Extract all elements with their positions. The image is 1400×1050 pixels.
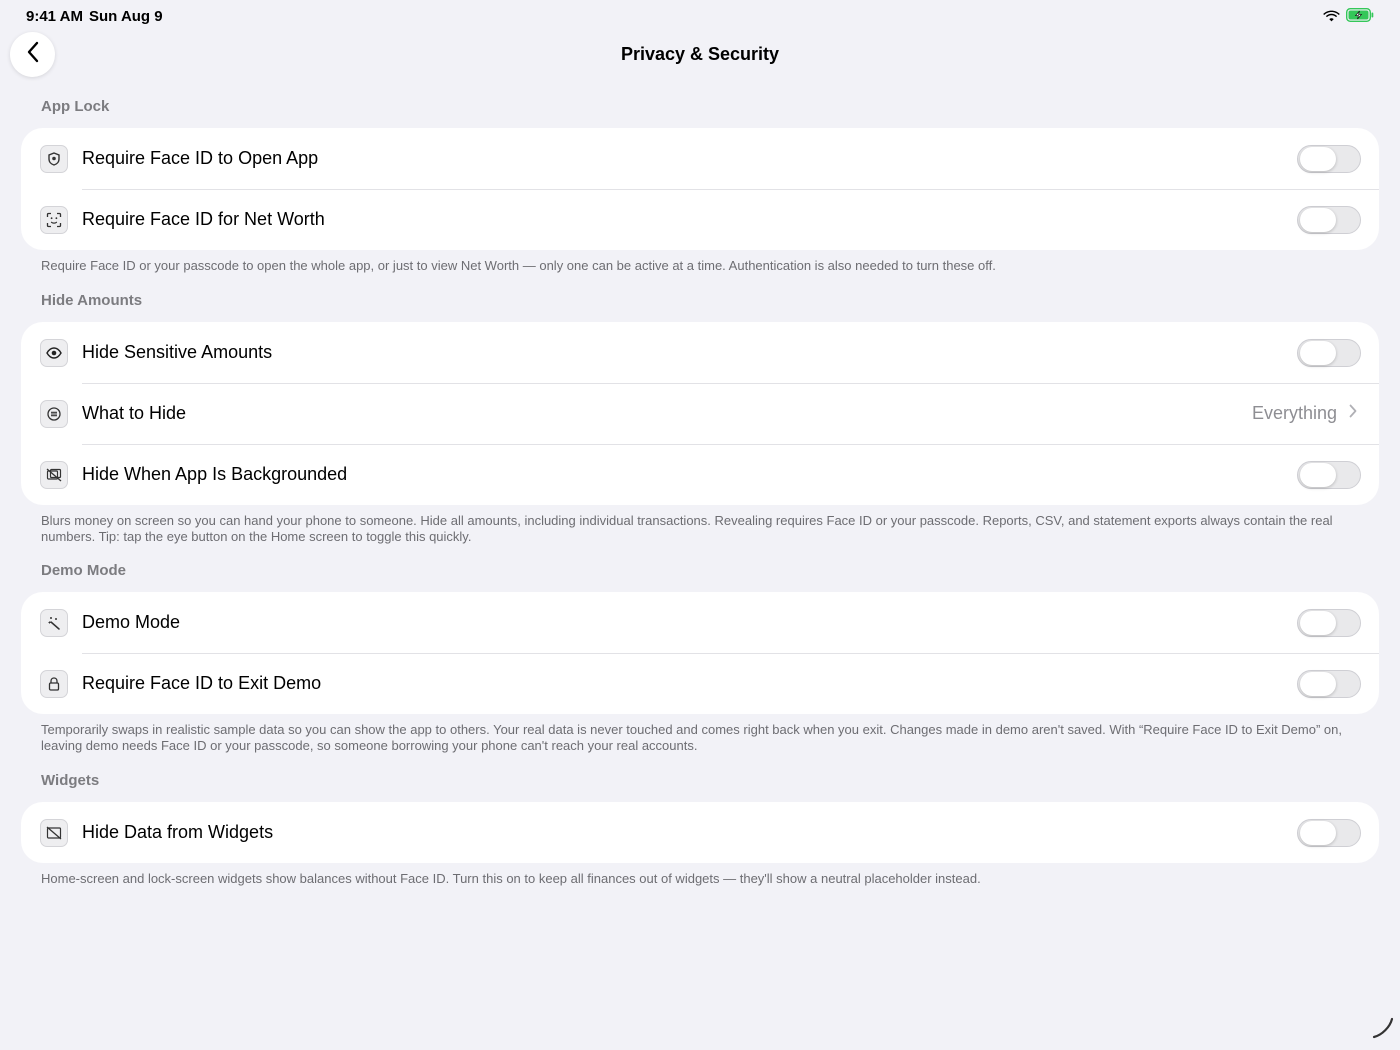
list-icon xyxy=(40,399,68,428)
toggle-knob xyxy=(1300,610,1336,635)
footer-demo-mode: Temporarily swaps in realistic sample da… xyxy=(41,722,1342,753)
toggle-knob xyxy=(1300,340,1336,365)
row-label: Hide When App Is Backgrounded xyxy=(82,464,348,484)
chevron-right-icon xyxy=(1349,404,1357,423)
row-label: Hide Data from Widgets xyxy=(82,822,274,842)
status-icons xyxy=(1323,7,1374,27)
row-require-face-id-net-worth[interactable]: Require Face ID for Net Worth xyxy=(21,189,1379,250)
footer-app-lock: Require Face ID or your passcode to open… xyxy=(41,258,996,273)
section-header-hide-amounts: Hide Amounts xyxy=(41,292,143,309)
toggle-knob xyxy=(1300,207,1336,232)
row-label: Require Face ID to Open App xyxy=(82,148,319,168)
footer-hide-amounts: Blurs money on screen so you can hand yo… xyxy=(41,513,1333,544)
toggle-hide-data-from-widgets[interactable] xyxy=(1297,818,1361,847)
section-header-demo-mode: Demo Mode xyxy=(41,562,127,579)
toggle-require-face-id-open-app[interactable] xyxy=(1297,144,1361,173)
hidden-screen-icon xyxy=(40,460,68,489)
wifi-icon xyxy=(1323,9,1340,27)
footer-widgets: Home-screen and lock-screen widgets show… xyxy=(41,871,981,886)
widget-off-icon xyxy=(40,818,68,847)
shield-icon xyxy=(40,144,68,173)
card-hide-amounts: Hide Sensitive Amounts What to Hide Ever… xyxy=(21,322,1379,505)
lock-icon xyxy=(40,669,68,698)
row-require-face-id-open-app[interactable]: Require Face ID to Open App xyxy=(21,128,1379,189)
card-demo-mode: Demo Mode Require Face ID to Exit Demo xyxy=(21,592,1379,714)
row-require-face-id-exit-demo[interactable]: Require Face ID to Exit Demo xyxy=(21,653,1379,714)
status-bar: 9:41 AM Sun Aug 9 xyxy=(0,0,1400,32)
card-widgets: Hide Data from Widgets xyxy=(21,802,1379,863)
card-app-lock: Require Face ID to Open App Require Face… xyxy=(21,128,1379,250)
toggle-hide-when-backgrounded[interactable] xyxy=(1297,460,1361,489)
toggle-knob xyxy=(1300,671,1336,696)
toggle-require-face-id-net-worth[interactable] xyxy=(1297,205,1361,234)
row-hide-data-from-widgets[interactable]: Hide Data from Widgets xyxy=(21,802,1379,863)
row-demo-mode[interactable]: Demo Mode xyxy=(21,592,1379,653)
toggle-require-face-id-exit-demo[interactable] xyxy=(1297,669,1361,698)
faceid-icon xyxy=(40,205,68,234)
what-to-hide-value: Everything xyxy=(1251,403,1337,423)
row-label: Require Face ID for Net Worth xyxy=(82,209,325,229)
row-label: Hide Sensitive Amounts xyxy=(82,342,273,362)
toggle-knob xyxy=(1300,462,1336,487)
section-header-app-lock: App Lock xyxy=(41,98,110,115)
magic-wand-icon xyxy=(40,608,68,637)
row-label: Require Face ID to Exit Demo xyxy=(82,673,322,693)
row-hide-sensitive-amounts[interactable]: Hide Sensitive Amounts xyxy=(21,322,1379,383)
row-label: Demo Mode xyxy=(82,612,181,632)
row-label: What to Hide xyxy=(82,403,187,423)
section-header-widgets: Widgets xyxy=(41,772,100,789)
toggle-knob xyxy=(1300,146,1336,171)
row-hide-when-backgrounded[interactable]: Hide When App Is Backgrounded xyxy=(21,444,1379,505)
toggle-hide-sensitive-amounts[interactable] xyxy=(1297,338,1361,367)
battery-icon xyxy=(1345,7,1374,27)
page-title: Privacy & Security xyxy=(620,44,780,64)
row-what-to-hide[interactable]: What to Hide Everything xyxy=(21,383,1379,444)
toggle-knob xyxy=(1300,820,1336,845)
status-time: 9:41 AM xyxy=(26,8,83,25)
resize-handle[interactable] xyxy=(1370,1015,1396,1046)
resize-corner-icon xyxy=(1370,1017,1396,1045)
toggle-demo-mode[interactable] xyxy=(1297,608,1361,637)
eye-icon xyxy=(40,338,68,367)
status-date: Sun Aug 9 xyxy=(89,8,163,25)
